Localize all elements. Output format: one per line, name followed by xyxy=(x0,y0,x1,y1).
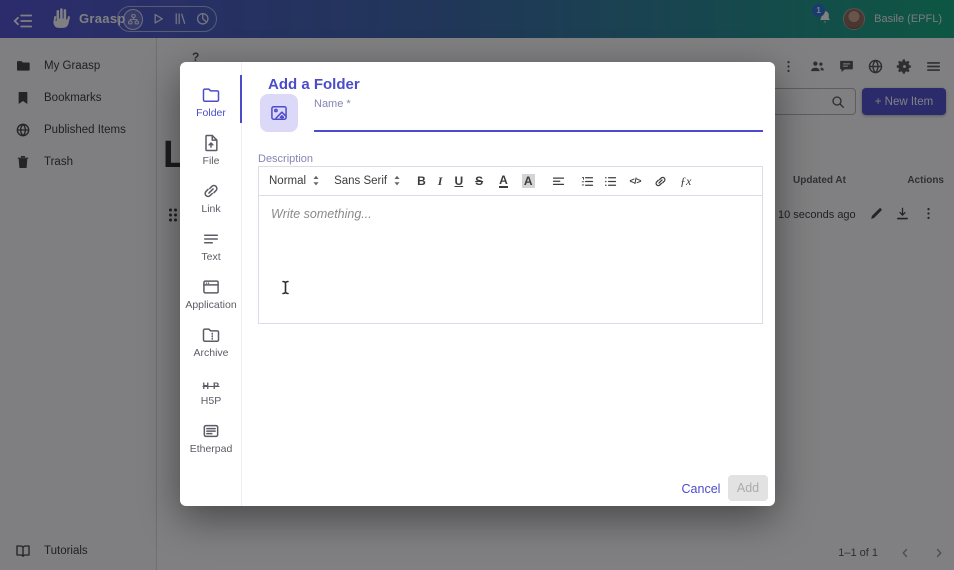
tab-archive[interactable]: Archive xyxy=(180,315,242,363)
tab-label: H5P xyxy=(200,395,222,407)
image-upload-icon xyxy=(269,103,289,123)
archive-folder-icon xyxy=(201,325,221,345)
insert-link-button[interactable] xyxy=(653,174,668,189)
ordered-list-button[interactable] xyxy=(580,174,595,189)
paragraph-style-value: Normal xyxy=(269,175,307,187)
background-color-button[interactable]: A xyxy=(521,174,535,188)
text-lines-icon xyxy=(201,229,221,249)
name-input[interactable] xyxy=(314,110,763,130)
bullet-list-button[interactable] xyxy=(603,174,618,189)
font-picker[interactable]: Sans Serif xyxy=(334,175,401,187)
cancel-button[interactable]: Cancel xyxy=(677,476,725,502)
h5p-icon: H-P xyxy=(202,381,220,391)
editor-toolbar: Normal Sans Serif B I U S A A </> ƒx xyxy=(259,167,762,196)
add-button[interactable]: Add xyxy=(728,475,768,501)
etherpad-icon xyxy=(201,421,221,441)
add-item-dialog: Folder File Link Text Application Archiv… xyxy=(180,62,775,506)
tab-label: Text xyxy=(201,251,221,263)
picker-arrows-icon xyxy=(312,175,320,187)
item-type-tabs: Folder File Link Text Application Archiv… xyxy=(180,62,242,506)
dialog-title: Add a Folder xyxy=(268,76,360,93)
editor-placeholder: Write something... xyxy=(271,207,372,221)
paragraph-style-picker[interactable]: Normal xyxy=(269,175,320,187)
description-label: Description xyxy=(258,153,314,165)
tab-label: Link xyxy=(201,203,221,215)
description-editor[interactable]: Normal Sans Serif B I U S A A </> ƒx Wri… xyxy=(258,166,763,324)
underline-button[interactable]: U xyxy=(454,174,463,188)
bold-button[interactable]: B xyxy=(417,174,426,188)
align-button[interactable] xyxy=(551,174,566,189)
link-icon xyxy=(201,181,221,201)
thumbnail-upload-button[interactable] xyxy=(260,94,298,132)
formula-button[interactable]: ƒx xyxy=(680,174,691,188)
font-value: Sans Serif xyxy=(334,175,388,187)
text-cursor-icon xyxy=(280,280,291,295)
name-input-underline xyxy=(314,130,763,132)
folder-icon xyxy=(201,85,221,105)
tab-label: Archive xyxy=(193,347,229,359)
picker-arrows-icon xyxy=(393,175,401,187)
tab-application[interactable]: Application xyxy=(180,267,242,315)
tab-label: Etherpad xyxy=(189,443,233,455)
file-upload-icon xyxy=(201,133,221,153)
tab-label: File xyxy=(202,155,220,167)
strikethrough-button[interactable]: S xyxy=(475,174,483,188)
text-color-button[interactable]: A xyxy=(499,174,508,188)
name-field-label: Name * xyxy=(314,98,351,110)
tab-h5p[interactable]: H-P H5P xyxy=(180,363,242,411)
code-block-button[interactable]: </> xyxy=(630,174,642,188)
tab-file[interactable]: File xyxy=(180,123,242,171)
tab-link[interactable]: Link xyxy=(180,171,242,219)
tab-text[interactable]: Text xyxy=(180,219,242,267)
tab-etherpad[interactable]: Etherpad xyxy=(180,411,242,459)
tab-label: Application xyxy=(185,299,237,311)
italic-button[interactable]: I xyxy=(438,174,443,188)
tab-label: Folder xyxy=(196,107,226,119)
tab-folder[interactable]: Folder xyxy=(180,75,242,123)
app-window-icon xyxy=(201,277,221,297)
